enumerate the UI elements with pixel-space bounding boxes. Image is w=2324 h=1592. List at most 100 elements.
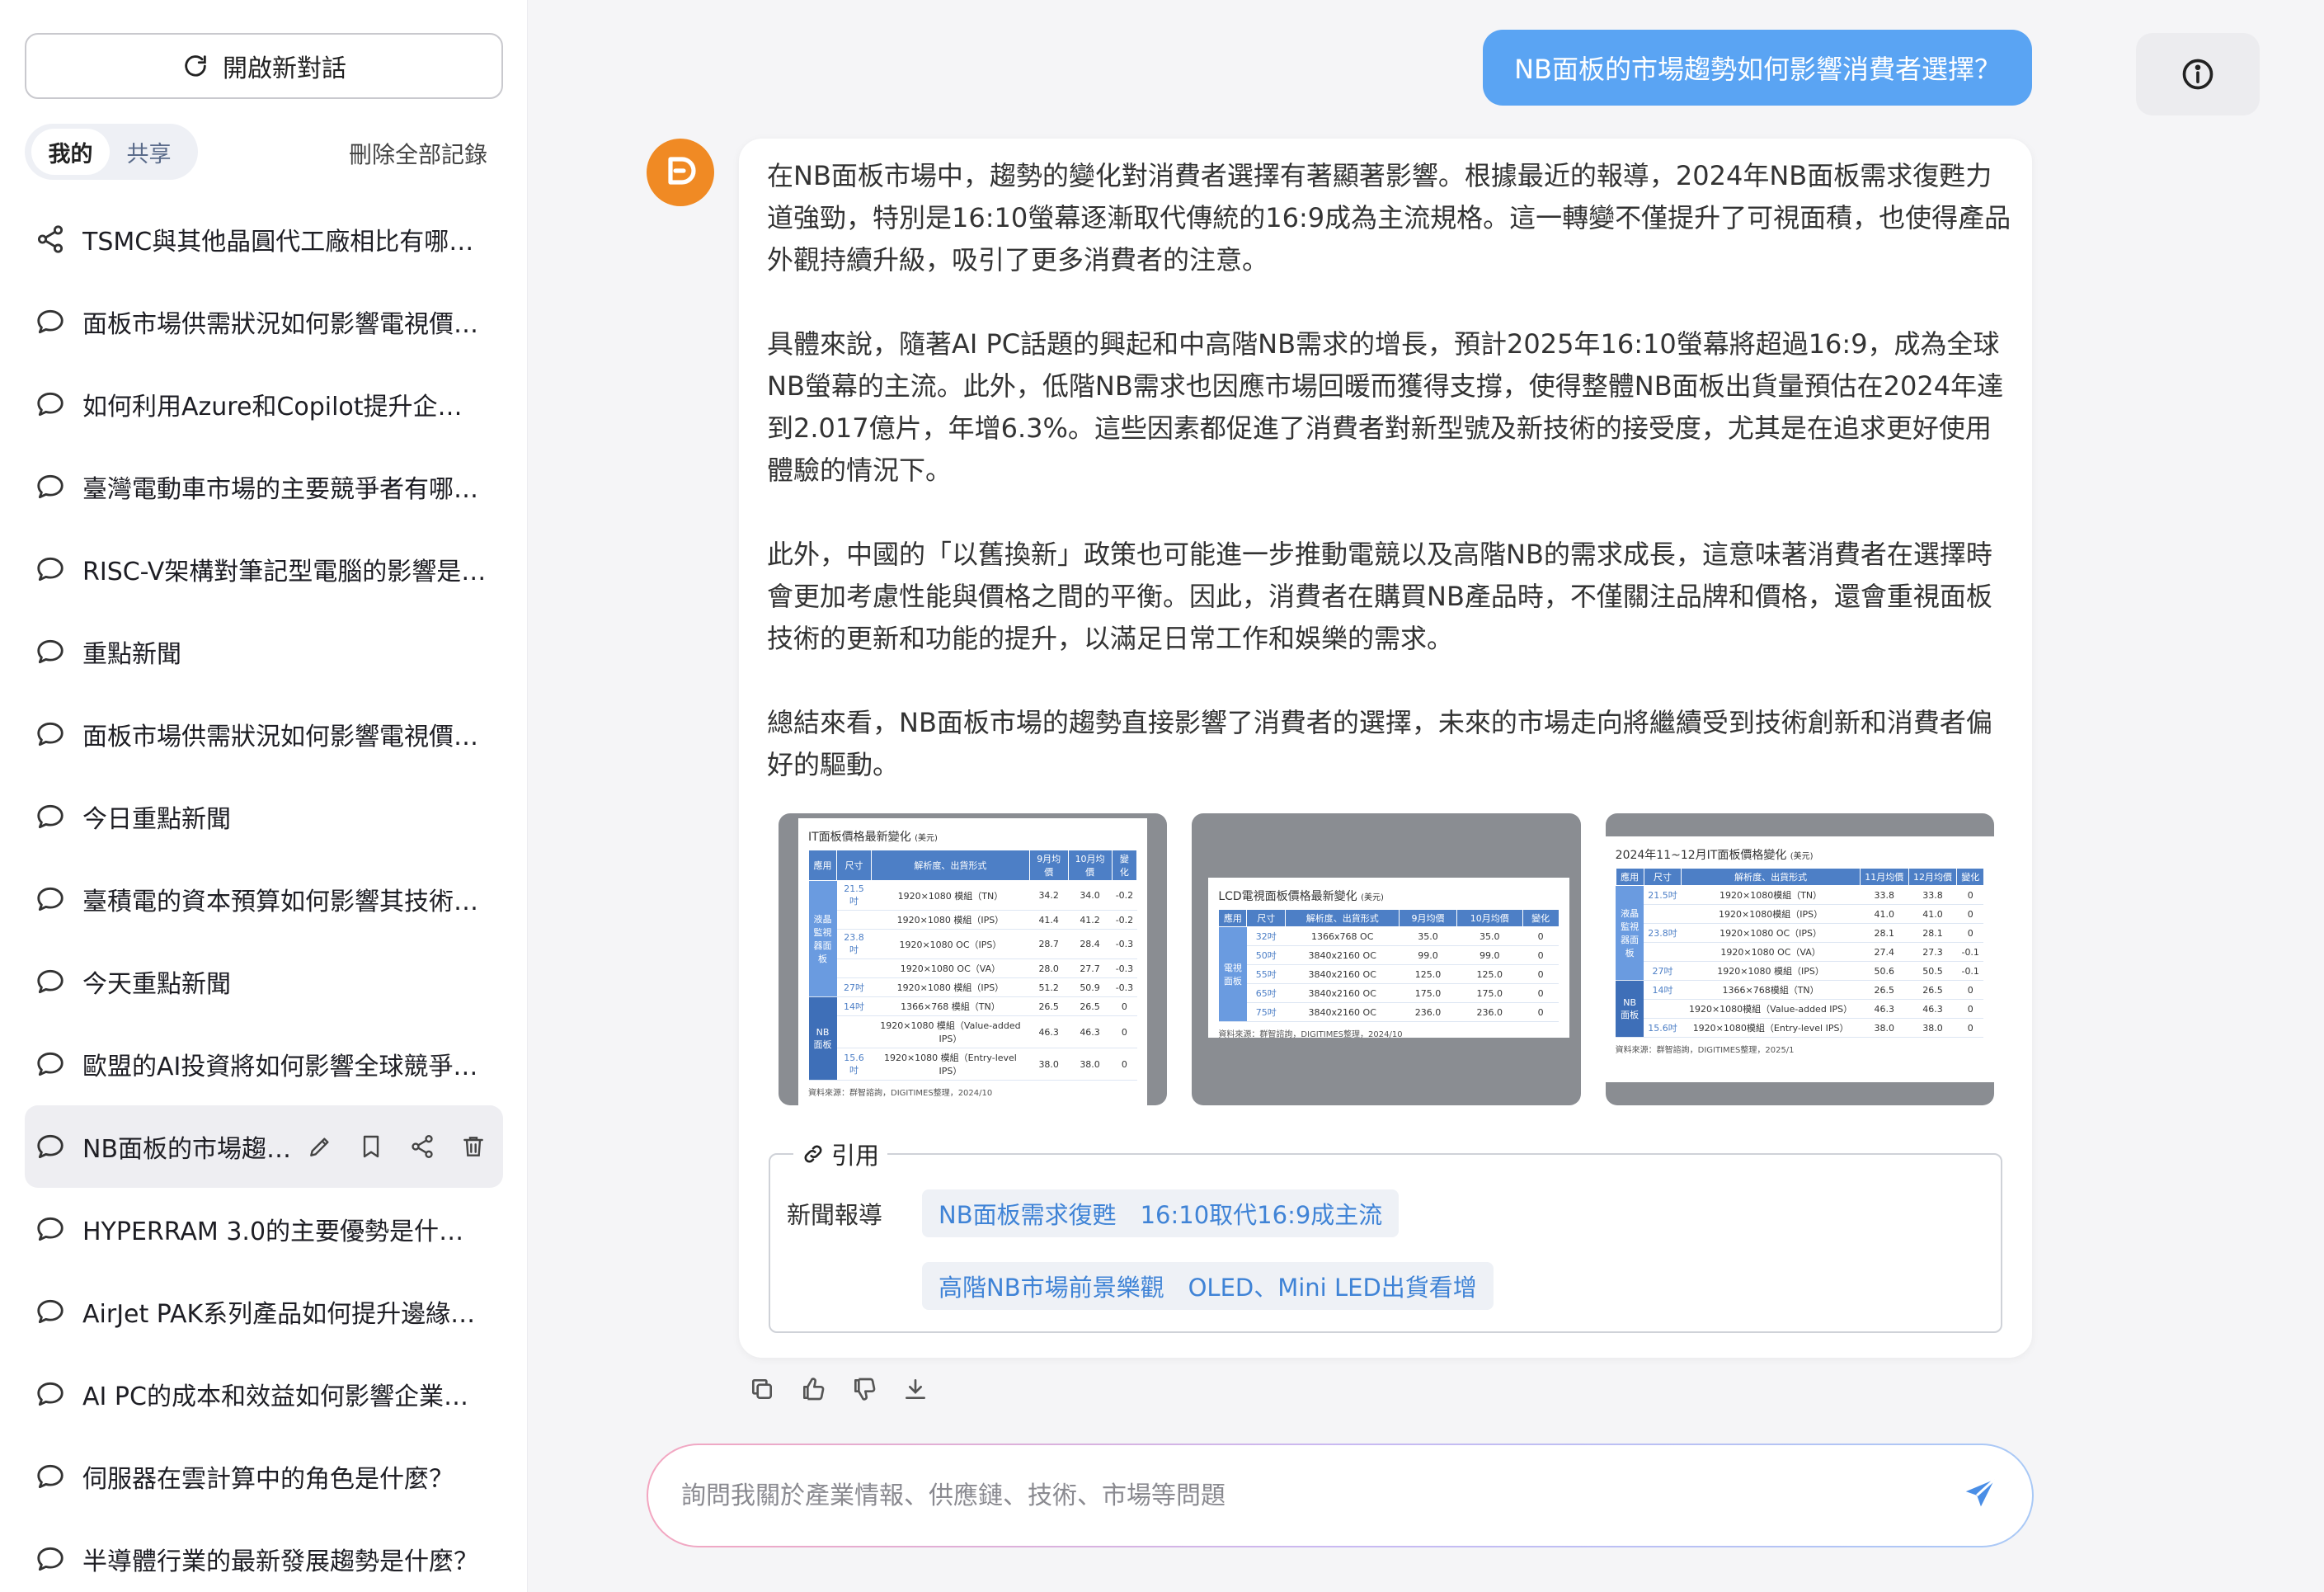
table-cell: 3840x2160 OC (1285, 1002, 1400, 1022)
table-group-label: 液晶監視器面板 (808, 880, 837, 997)
price-table-image: 2024年11~12月IT面板價格變化 (美元) 應用 尺寸 解析度、出貨形式 11月均… (1605, 836, 1994, 1082)
history-item[interactable]: 臺積電的資本預算如何影響其技術開… (25, 858, 503, 940)
table-row: 23.8吋 1920×1080 OC（IPS） 28.7 28.4 -0.3 (809, 929, 1137, 959)
table-cell: 0 (1522, 964, 1560, 984)
table-cell: 1920×1080 OC（IPS） (871, 929, 1030, 959)
citation-legend-label: 引用 (831, 1142, 880, 1170)
history-item-label: 臺積電的資本預算如何影響其技術開… (82, 888, 487, 916)
table-cell: -0.2 (1112, 880, 1137, 911)
table-cell: 0 (1956, 999, 1984, 1019)
table-cell: 1920×1080模組（Value-added IPS） (1681, 999, 1861, 1019)
history-item-label: 今天重點新聞 (82, 970, 231, 999)
table-header: 尺寸 (1643, 868, 1682, 886)
table-group-label: NB面板 (808, 996, 837, 1081)
bookmark-icon[interactable] (358, 1133, 384, 1160)
history-item[interactable]: 今天重點新聞 (25, 940, 503, 1023)
trash-icon[interactable] (460, 1133, 487, 1160)
new-chat-button[interactable]: 開啟新對話 (25, 33, 503, 99)
table-row: 1920×1080模組（IPS） 41.0 41.0 0 (1616, 904, 1984, 924)
chat-input-box (647, 1444, 2034, 1547)
history-item[interactable]: 重點新聞 (25, 610, 503, 693)
table-group-label: NB面板 (1616, 980, 1644, 1038)
history-tabs: 我的 共享 (25, 124, 198, 180)
history-item[interactable]: 面板市場供需狀況如何影響電視價格？ (25, 693, 503, 775)
history-item[interactable]: RISC-V架構對筆記型電腦的影響是什… (25, 528, 503, 610)
history-item-label: 如何利用Azure和Copilot提升企業AI… (82, 393, 487, 422)
history-item[interactable]: AirJet PAK系列產品如何提升邊緣AI… (25, 1270, 503, 1353)
history-item[interactable]: 今日重點新聞 (25, 775, 503, 858)
edit-icon[interactable] (307, 1133, 333, 1160)
history-item[interactable]: 伺服器在雲計算中的角色是什麼？ (25, 1435, 503, 1518)
history-item[interactable]: 臺灣電動車市場的主要競爭者有哪些… (25, 445, 503, 528)
table-row: 15.6吋 1920×1080 模組（Entry-level IPS） 38.0 38… (809, 1048, 1137, 1081)
history-item[interactable]: AI PC的成本和效益如何影響企業購… (25, 1353, 503, 1435)
thumbs-up-icon[interactable] (800, 1376, 826, 1402)
table-row: NB面板 14吋 1366×768 模組（TN） 26.5 26.5 0 (808, 996, 1137, 1081)
table-cell: 65吋 (1246, 983, 1286, 1003)
copy-icon[interactable] (749, 1376, 775, 1402)
price-table-title: 2024年11~12月IT面板價格變化 (美元) (1615, 849, 1814, 862)
history-item[interactable]: TSMC與其他晶圓代工廠相比有哪些… (25, 198, 503, 280)
chat-input[interactable] (681, 1481, 1961, 1510)
table-cell: 1920×1080 模組（Value-added IPS） (871, 1015, 1030, 1048)
info-button[interactable] (2136, 33, 2260, 115)
history-item[interactable]: 面板市場供需狀況如何影響電視價格？ (25, 280, 503, 363)
tab-shared[interactable]: 共享 (110, 129, 188, 175)
table-cell: 32吋 (1246, 926, 1286, 946)
send-button[interactable] (1961, 1475, 1999, 1516)
history-item[interactable]: NB面板的市場趨… (25, 1105, 503, 1188)
chat-bubble-icon (35, 966, 66, 997)
history-item[interactable]: 歐盟的AI投資將如何影響全球競爭格… (25, 1023, 503, 1105)
answer-paragraph: 在NB面板市場中，趨勢的變化對消費者選擇有著顯著影響。根據最近的報導，2024年… (767, 160, 2011, 276)
table-cell (1644, 999, 1682, 1019)
citation-legend: 引用 (793, 1137, 888, 1171)
table-row: 55吋 3840x2160 OC 125.0 125.0 0 (1219, 964, 1560, 984)
table-cell: 55吋 (1246, 964, 1286, 984)
table-cell: 99.0 (1399, 945, 1457, 965)
table-header: 尺寸 (1246, 909, 1287, 927)
table-cell: 3840x2160 OC (1285, 964, 1400, 984)
table-header: 10月均價 (1456, 909, 1523, 927)
table-cell: 38.0 (1029, 1048, 1069, 1081)
history-item-label: RISC-V架構對筆記型電腦的影響是什… (82, 558, 487, 586)
image-thumbnails: IT面板價格最新變化 (美元) 應用 尺寸 解析度、出貨形式 9月均價 10月均價 變化 液晶… (779, 813, 1994, 1105)
table-cell: 0 (1522, 945, 1560, 965)
image-thumbnail[interactable]: 2024年11~12月IT面板價格變化 (美元) 應用 尺寸 解析度、出貨形式 11月均… (1605, 813, 1994, 1105)
price-table-image: LCD電視面板價格最新變化 (美元) 應用 尺寸 解析度、出貨形式 9月均價 10月均價變… (1208, 878, 1569, 1039)
table-row: 50吋 3840x2160 OC 99.0 99.0 0 (1219, 945, 1560, 965)
citation-link[interactable]: NB面板需求復甦 16:10取代16:9成主流 (922, 1189, 1400, 1237)
share-icon[interactable] (409, 1133, 435, 1160)
table-row: 液晶監視器面板 21.5吋 1920×1080 模組（TN） 34.2 34.0 -0.2 (808, 880, 1137, 997)
table-cell: 1920×1080模組（IPS） (1681, 904, 1861, 924)
table-cell: 41.0 (1908, 904, 1957, 924)
table-cell: 28.1 (1908, 923, 1957, 943)
answer-card: 在NB面板市場中，趨勢的變化對消費者選擇有著顯著影響。根據最近的報導，2024年… (739, 139, 2032, 1358)
delete-all-button[interactable]: 刪除全部記錄 (349, 137, 487, 170)
table-cell: 33.8 (1860, 885, 1909, 905)
thumbs-down-icon[interactable] (851, 1376, 877, 1402)
table-cell: 27吋 (836, 977, 872, 997)
table-cell: 28.7 (1029, 929, 1069, 959)
table-cell: 46.3 (1029, 1015, 1069, 1048)
table-cell: 15.6吋 (1644, 1018, 1682, 1038)
table-cell: 27.3 (1908, 942, 1957, 962)
tab-mine[interactable]: 我的 (31, 129, 110, 175)
table-cell: 99.0 (1456, 945, 1523, 965)
history-item[interactable]: 半導體行業的最新發展趨勢是什麼？ (25, 1518, 503, 1592)
table-group-label: 電視面板 (1218, 926, 1247, 1022)
table-cell: 28.4 (1068, 929, 1113, 959)
price-table-image: IT面板價格最新變化 (美元) 應用 尺寸 解析度、出貨形式 9月均價 10月均價 變化 液晶… (798, 818, 1148, 1105)
link-icon (804, 1145, 822, 1163)
history-item[interactable]: 如何利用Azure和Copilot提升企業AI… (25, 363, 503, 445)
download-icon[interactable] (902, 1376, 929, 1402)
image-thumbnail[interactable]: IT面板價格最新變化 (美元) 應用 尺寸 解析度、出貨形式 9月均價 10月均價 變化 液晶… (779, 813, 1168, 1105)
table-cell: 1366×768 模組（TN） (871, 996, 1030, 1016)
history-item[interactable]: HYPERRAM 3.0的主要優勢是什麼？ (25, 1188, 503, 1270)
table-cell: 38.0 (1908, 1018, 1957, 1038)
image-thumbnail[interactable]: LCD電視面板價格最新變化 (美元) 應用 尺寸 解析度、出貨形式 9月均價 10月均價變… (1192, 813, 1581, 1105)
table-header: 應用 (1615, 868, 1644, 886)
citation-link[interactable]: 高階NB市場前景樂觀 OLED、Mini LED出貨看增 (922, 1262, 1494, 1310)
table-header: 解析度、出貨形式 (1681, 868, 1861, 886)
table-cell: 35.0 (1399, 926, 1457, 946)
info-icon (2182, 59, 2213, 90)
